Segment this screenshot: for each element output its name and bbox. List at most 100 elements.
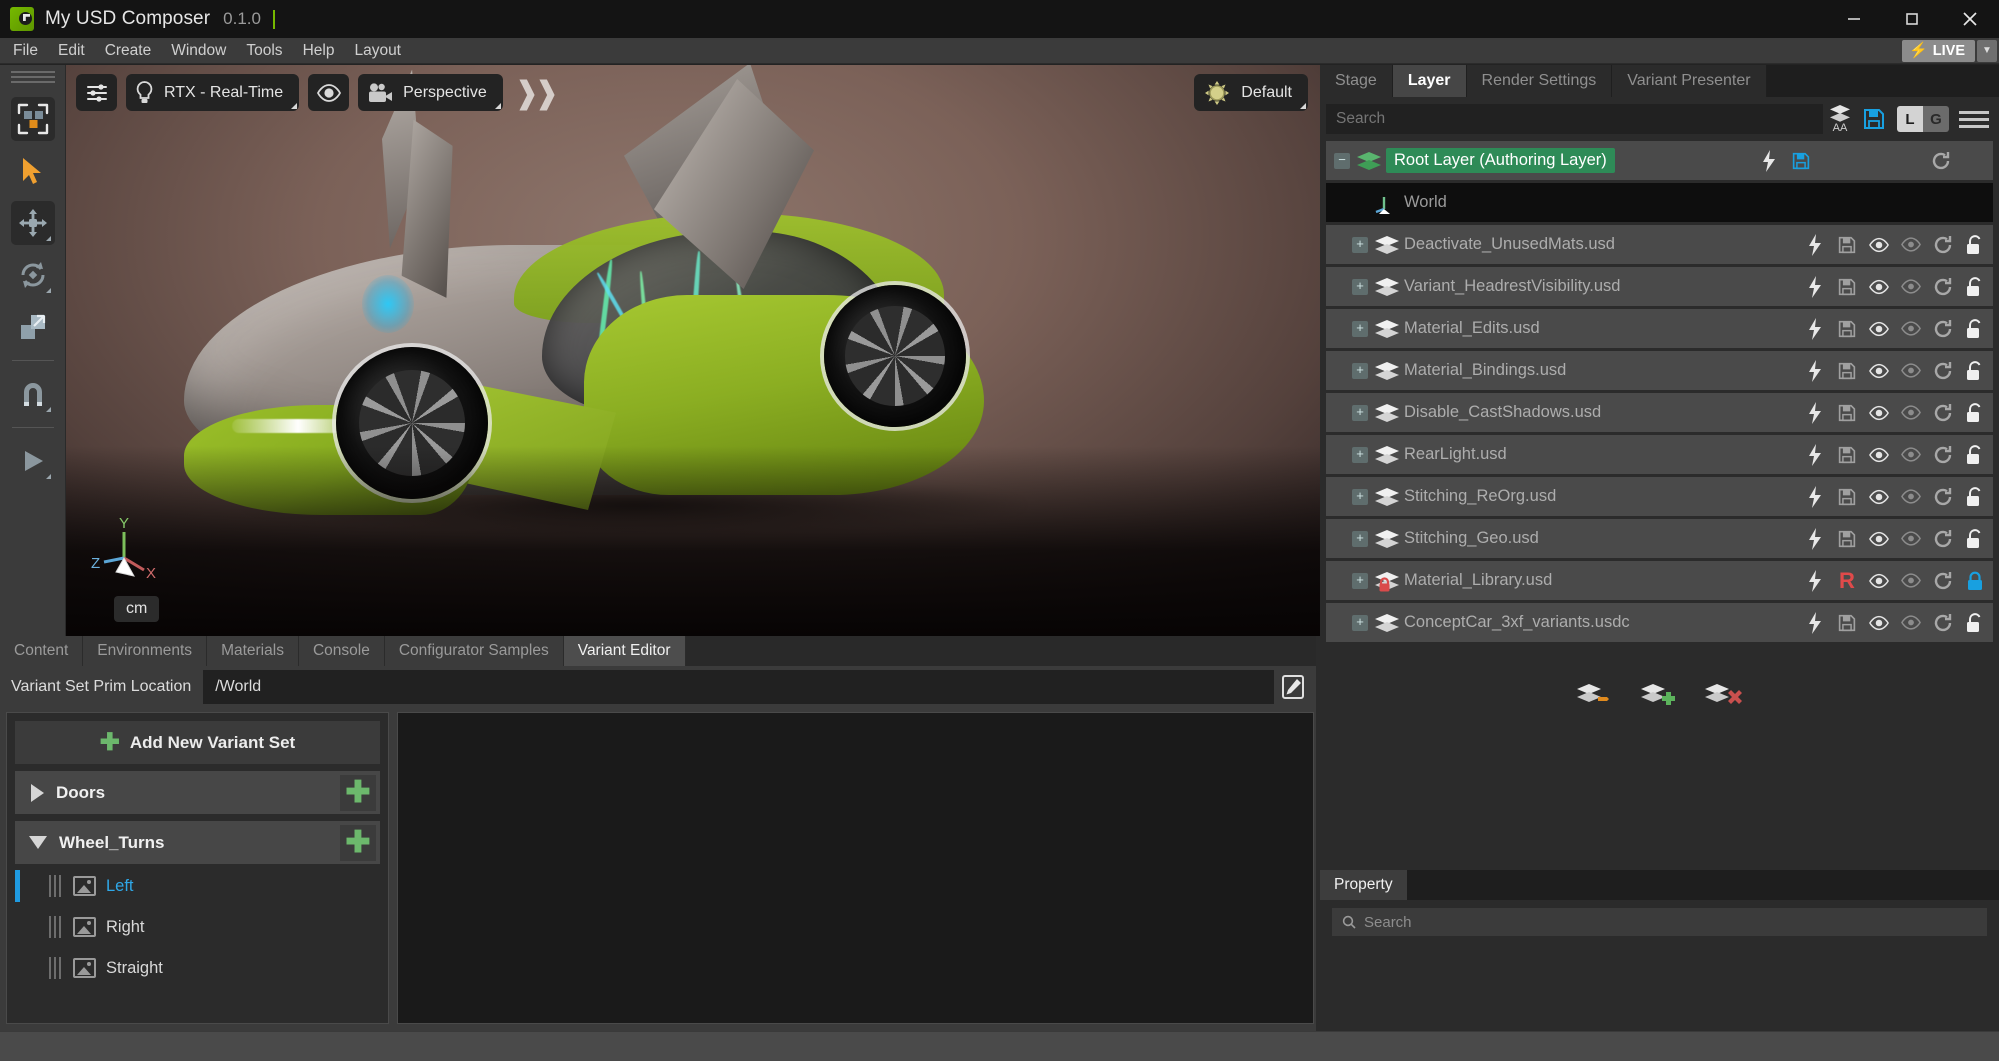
save-icon[interactable] [1837,404,1857,422]
save-icon[interactable] [1837,278,1857,296]
prim-location-edit-pencil-icon[interactable] [1278,672,1308,702]
table-row[interactable]: + Stitching_ReOrg.usd [1326,477,1993,516]
units-label[interactable]: cm [114,596,160,622]
select-arrow-tool[interactable] [11,149,55,193]
eye-outline-icon[interactable] [1901,531,1921,546]
table-row[interactable]: − Root Layer (Authoring Layer) [1326,141,1993,180]
eye-icon[interactable] [1869,531,1889,547]
eye-outline-icon[interactable] [1901,405,1921,420]
unlock-icon[interactable] [1965,318,1985,339]
scale-tool[interactable] [11,305,55,349]
table-row[interactable]: + ConceptCar_3xf_variants.usdc [1326,603,1993,642]
add-new-variant-set-button[interactable]: ✚ Add New Variant Set [15,721,380,764]
toggle-global[interactable]: G [1923,106,1949,132]
chevron-down-icon[interactable] [29,836,47,849]
drag-handle-icon[interactable] [49,875,63,897]
tab-stage[interactable]: Stage [1320,65,1393,97]
unlock-icon[interactable] [1965,276,1985,297]
layer-menu-hamburger-icon[interactable] [1959,110,1989,128]
tab-layer[interactable]: Layer [1392,65,1467,97]
expand-toggle[interactable]: + [1352,488,1368,505]
reload-icon[interactable] [1931,151,1951,171]
reload-icon[interactable] [1933,529,1953,549]
reload-icon[interactable] [1933,319,1953,339]
minimize-button[interactable] [1825,0,1883,38]
table-row[interactable]: World [1326,183,1993,222]
table-row[interactable]: + RearLight.usd [1326,435,1993,474]
viewport-expand-chevron-right-icon[interactable]: ❱❱ [514,77,560,108]
select-mode-tool[interactable] [10,97,55,141]
lightning-icon[interactable] [1805,485,1825,508]
unlock-icon[interactable] [1965,444,1985,465]
table-row[interactable]: + Material_Edits.usd [1326,309,1993,348]
camera-selector[interactable]: Perspective [358,74,503,111]
tab-variant-editor[interactable]: Variant Editor [563,636,686,666]
drag-handle-icon[interactable] [49,957,63,979]
lightning-icon[interactable] [1805,317,1825,340]
eye-icon[interactable] [1869,363,1889,379]
maximize-button[interactable] [1883,0,1941,38]
eye-icon[interactable] [1869,237,1889,253]
play-tool[interactable] [11,439,55,483]
layer-save-button[interactable] [1857,99,1891,139]
lightning-icon[interactable] [1805,275,1825,298]
tab-materials[interactable]: Materials [207,636,299,666]
expand-toggle[interactable]: + [1352,320,1368,337]
eye-outline-icon[interactable] [1901,237,1921,252]
lightning-icon[interactable] [1805,569,1825,592]
expand-toggle[interactable]: + [1352,362,1368,379]
lightning-icon[interactable] [1759,149,1779,172]
axis-gizmo[interactable]: Y X Z [90,514,162,584]
tab-console[interactable]: Console [298,636,385,666]
eye-outline-icon[interactable] [1901,573,1921,588]
unlock-icon[interactable] [1965,528,1985,549]
expand-toggle[interactable]: + [1352,446,1368,463]
save-icon[interactable] [1837,320,1857,338]
tab-render-settings[interactable]: Render Settings [1466,65,1613,97]
lightning-icon[interactable] [1805,401,1825,424]
unlock-icon[interactable] [1965,360,1985,381]
lightning-icon[interactable] [1805,233,1825,256]
save-icon[interactable] [1837,236,1857,254]
add-layer-icon[interactable] [1640,681,1680,714]
menu-layout[interactable]: Layout [344,38,411,64]
list-item[interactable]: Right [15,908,380,946]
save-icon[interactable] [1837,362,1857,380]
save-icon[interactable] [1791,152,1811,170]
reload-icon[interactable] [1933,571,1953,591]
lightning-icon[interactable] [1805,527,1825,550]
remove-layer-icon[interactable] [1704,681,1744,714]
save-icon[interactable] [1837,530,1857,548]
unlock-icon[interactable] [1965,612,1985,633]
layer-search-input[interactable] [1326,104,1823,134]
lighting-preset-selector[interactable]: Default [1194,74,1308,111]
reload-icon[interactable] [1933,613,1953,633]
tab-environments[interactable]: Environments [83,636,208,666]
eye-outline-icon[interactable] [1901,489,1921,504]
eye-icon[interactable] [1869,489,1889,505]
collapse-toggle[interactable]: − [1334,152,1350,169]
unlock-icon[interactable] [1965,234,1985,255]
menu-help[interactable]: Help [293,38,345,64]
save-icon[interactable] [1837,446,1857,464]
lightning-icon[interactable] [1805,359,1825,382]
readonly-badge[interactable]: R [1837,568,1857,594]
expand-toggle[interactable]: + [1352,572,1368,589]
table-row[interactable]: + Disable_CastShadows.usd [1326,393,1993,432]
reload-icon[interactable] [1933,277,1953,297]
lightning-icon[interactable] [1805,611,1825,634]
layer-aa-button[interactable]: AA [1823,99,1857,139]
toggle-local[interactable]: L [1897,106,1923,132]
eye-icon[interactable] [1869,279,1889,295]
tab-content[interactable]: Content [0,636,84,666]
expand-toggle[interactable]: + [1352,614,1368,631]
table-row[interactable]: + Variant_HeadrestVisibility.usd [1326,267,1993,306]
close-button[interactable] [1941,0,1999,38]
menu-create[interactable]: Create [95,38,162,64]
drag-handle-icon[interactable] [49,916,63,938]
lightning-icon[interactable] [1805,443,1825,466]
save-icon[interactable] [1837,488,1857,506]
eye-icon[interactable] [1869,321,1889,337]
tab-configurator-samples[interactable]: Configurator Samples [384,636,564,666]
prim-location-input[interactable] [203,670,1274,704]
